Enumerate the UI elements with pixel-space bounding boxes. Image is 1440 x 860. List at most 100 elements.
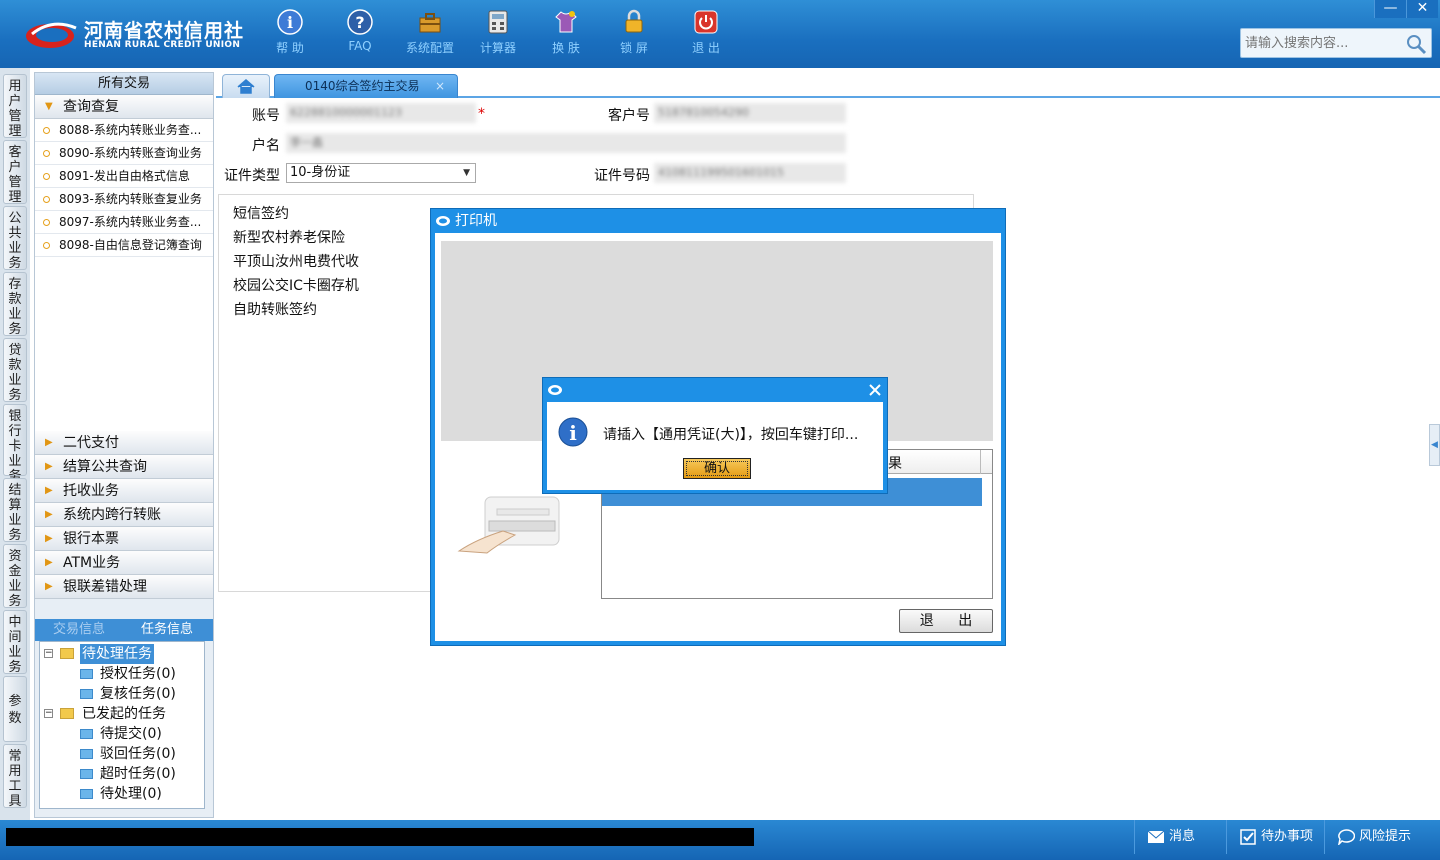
close-tab-icon[interactable]: ×	[435, 75, 445, 97]
lock-screen-button[interactable]: 锁 屏	[602, 8, 666, 62]
service-ic-card[interactable]: 校园公交IC卡圈存机	[233, 275, 359, 295]
group-settlement-query[interactable]: ▶ 结算公共查询	[35, 455, 213, 479]
nav-common-tools[interactable]: 常用工具	[3, 744, 27, 809]
transaction-item-8090[interactable]: 8090-系统内转账查询业务	[35, 142, 213, 165]
home-icon	[237, 79, 255, 94]
group-bank-draft[interactable]: ▶ 银行本票	[35, 527, 213, 551]
bullet-icon	[43, 196, 50, 203]
nav-customer-management[interactable]: 客户管理	[3, 140, 27, 205]
home-tab[interactable]	[222, 74, 270, 98]
close-window-button[interactable]: ✕	[1406, 0, 1438, 18]
svg-text:i: i	[569, 421, 577, 445]
id-type-select[interactable]: 10-身份证 ▼	[286, 163, 476, 183]
service-pension[interactable]: 新型农村养老保险	[233, 227, 345, 247]
transaction-item-8093[interactable]: 8093-系统内转账查复业务	[35, 188, 213, 211]
svg-text:?: ?	[355, 13, 364, 32]
collapse-panel-toggle[interactable]: ◀	[1429, 424, 1440, 466]
transaction-item-8098[interactable]: 8098-自由信息登记簿查询	[35, 234, 213, 257]
faq-button[interactable]: ? FAQ	[328, 8, 392, 62]
id-number-field[interactable]: 410811199501601015	[654, 163, 846, 183]
tab-0140-signing[interactable]: 0140综合签约主交易 ×	[274, 74, 458, 98]
messages-button[interactable]: 消息	[1134, 820, 1226, 854]
tree-node-initiated[interactable]: − 已发起的任务	[40, 704, 204, 724]
tree-node-to-submit[interactable]: 待提交(0)	[40, 724, 204, 744]
system-config-button[interactable]: 系统配置	[398, 8, 462, 62]
folder-icon	[80, 729, 93, 739]
system-config-label: 系统配置	[405, 41, 454, 55]
group-cnaps2[interactable]: ▶ 二代支付	[35, 431, 213, 455]
account-field[interactable]: 6228810000001123	[286, 103, 476, 123]
tab-task-info[interactable]: 任务信息	[123, 619, 211, 641]
change-skin-button[interactable]: 换 肤	[534, 8, 598, 62]
help-button[interactable]: i 帮 助	[258, 8, 322, 62]
todo-button[interactable]: 待办事项	[1226, 820, 1324, 854]
toolbox-icon	[419, 13, 441, 33]
account-name-field[interactable]: 李一鑫	[286, 133, 846, 153]
tree-node-timeout[interactable]: 超时任务(0)	[40, 764, 204, 784]
collapse-icon[interactable]: −	[44, 649, 53, 658]
bullet-icon	[43, 242, 50, 249]
chevron-right-icon: ▶	[45, 557, 53, 568]
nav-intermediary-business[interactable]: 中间业务	[3, 610, 27, 675]
transaction-item-8097[interactable]: 8097-系统内转账业务查...	[35, 211, 213, 234]
chevron-right-icon: ▶	[45, 509, 53, 520]
nav-card-business[interactable]: 银行卡业务	[3, 404, 27, 484]
tree-node-review[interactable]: 复核任务(0)	[40, 684, 204, 704]
tab-transaction-info[interactable]: 交易信息	[35, 619, 123, 641]
tree-node-authorize[interactable]: 授权任务(0)	[40, 664, 204, 684]
bullet-icon	[43, 127, 50, 134]
printer-exit-button[interactable]: 退 出	[899, 609, 993, 633]
exit-app-button[interactable]: 退 出	[674, 8, 738, 62]
confirm-button[interactable]: 确认	[683, 458, 751, 479]
printer-dialog-title: 打印机	[431, 209, 1005, 233]
close-icon[interactable]	[867, 382, 883, 398]
task-tree: − 待处理任务 授权任务(0) 复核任务(0) − 已发起的任务 待提交(0) …	[39, 641, 205, 809]
search-icon[interactable]	[1405, 33, 1427, 55]
group-query-reply[interactable]: ▼ 查询查复	[35, 95, 213, 119]
logo-text-en: HENAN RURAL CREDIT UNION	[84, 40, 241, 50]
tree-node-to-process[interactable]: 待处理(0)	[40, 784, 204, 804]
chevron-down-icon: ▼	[45, 101, 53, 112]
search-input[interactable]	[1241, 29, 1401, 57]
power-icon	[694, 10, 718, 34]
shirt-icon	[555, 11, 577, 33]
group-atm[interactable]: ▶ ATM业务	[35, 551, 213, 575]
collapse-icon[interactable]: −	[44, 709, 53, 718]
service-electricity[interactable]: 平顶山汝州电费代收	[233, 251, 359, 271]
tree-node-pending[interactable]: − 待处理任务	[40, 644, 204, 664]
nav-settlement-business[interactable]: 结算业务	[3, 478, 27, 543]
folder-open-icon	[60, 708, 74, 719]
logo-text-cn: 河南省农村信用社	[84, 20, 245, 42]
group-interbank-transfer[interactable]: ▶ 系统内跨行转账	[35, 503, 213, 527]
minimize-button[interactable]: —	[1374, 0, 1406, 18]
required-mark: *	[478, 106, 485, 122]
risk-alert-button[interactable]: 风险提示	[1324, 820, 1440, 854]
tab-bar: 0140综合签约主交易 ×	[216, 72, 1440, 98]
tree-node-rejected[interactable]: 驳回任务(0)	[40, 744, 204, 764]
customer-no-field[interactable]: 5187810054290	[654, 103, 846, 123]
service-sms[interactable]: 短信签约	[233, 203, 289, 223]
customer-no-label: 客户号	[608, 108, 650, 124]
transaction-sidebar: 所有交易 ▼ 查询查复 8088-系统内转账业务查... 8090-系统内转账查…	[34, 72, 214, 818]
transaction-item-8091[interactable]: 8091-发出自由格式信息	[35, 165, 213, 188]
nav-user-management[interactable]: 用户管理	[3, 74, 27, 139]
app-icon	[548, 385, 562, 395]
folder-open-icon	[60, 648, 74, 659]
result-column-header: 果	[888, 456, 902, 472]
group-unionpay-error[interactable]: ▶ 银联差错处理	[35, 575, 213, 599]
group-collection[interactable]: ▶ 托收业务	[35, 479, 213, 503]
logo: 河南省农村信用社 HENAN RURAL CREDIT UNION	[24, 12, 243, 56]
transaction-item-8088[interactable]: 8088-系统内转账业务查...	[35, 119, 213, 142]
nav-loan-business[interactable]: 贷款业务	[3, 338, 27, 403]
nav-public-business[interactable]: 公共业务	[3, 206, 27, 271]
service-self-transfer[interactable]: 自助转账签约	[233, 299, 317, 319]
print-prompt-dialog: i 请插入【通用凭证(大)】，按回车键打印... 确认	[542, 377, 888, 494]
nav-parameters[interactable]: 参数	[3, 676, 27, 742]
nav-deposit-business[interactable]: 存款业务	[3, 272, 27, 337]
calculator-button[interactable]: 计算器	[466, 8, 530, 62]
dropdown-arrow-icon: ▼	[463, 168, 470, 178]
alert-body: i 请插入【通用凭证(大)】，按回车键打印... 确认	[547, 402, 883, 490]
chat-bubble-icon	[1338, 829, 1355, 845]
nav-fund-business[interactable]: 资金业务	[3, 544, 27, 609]
calculator-icon	[488, 10, 508, 34]
